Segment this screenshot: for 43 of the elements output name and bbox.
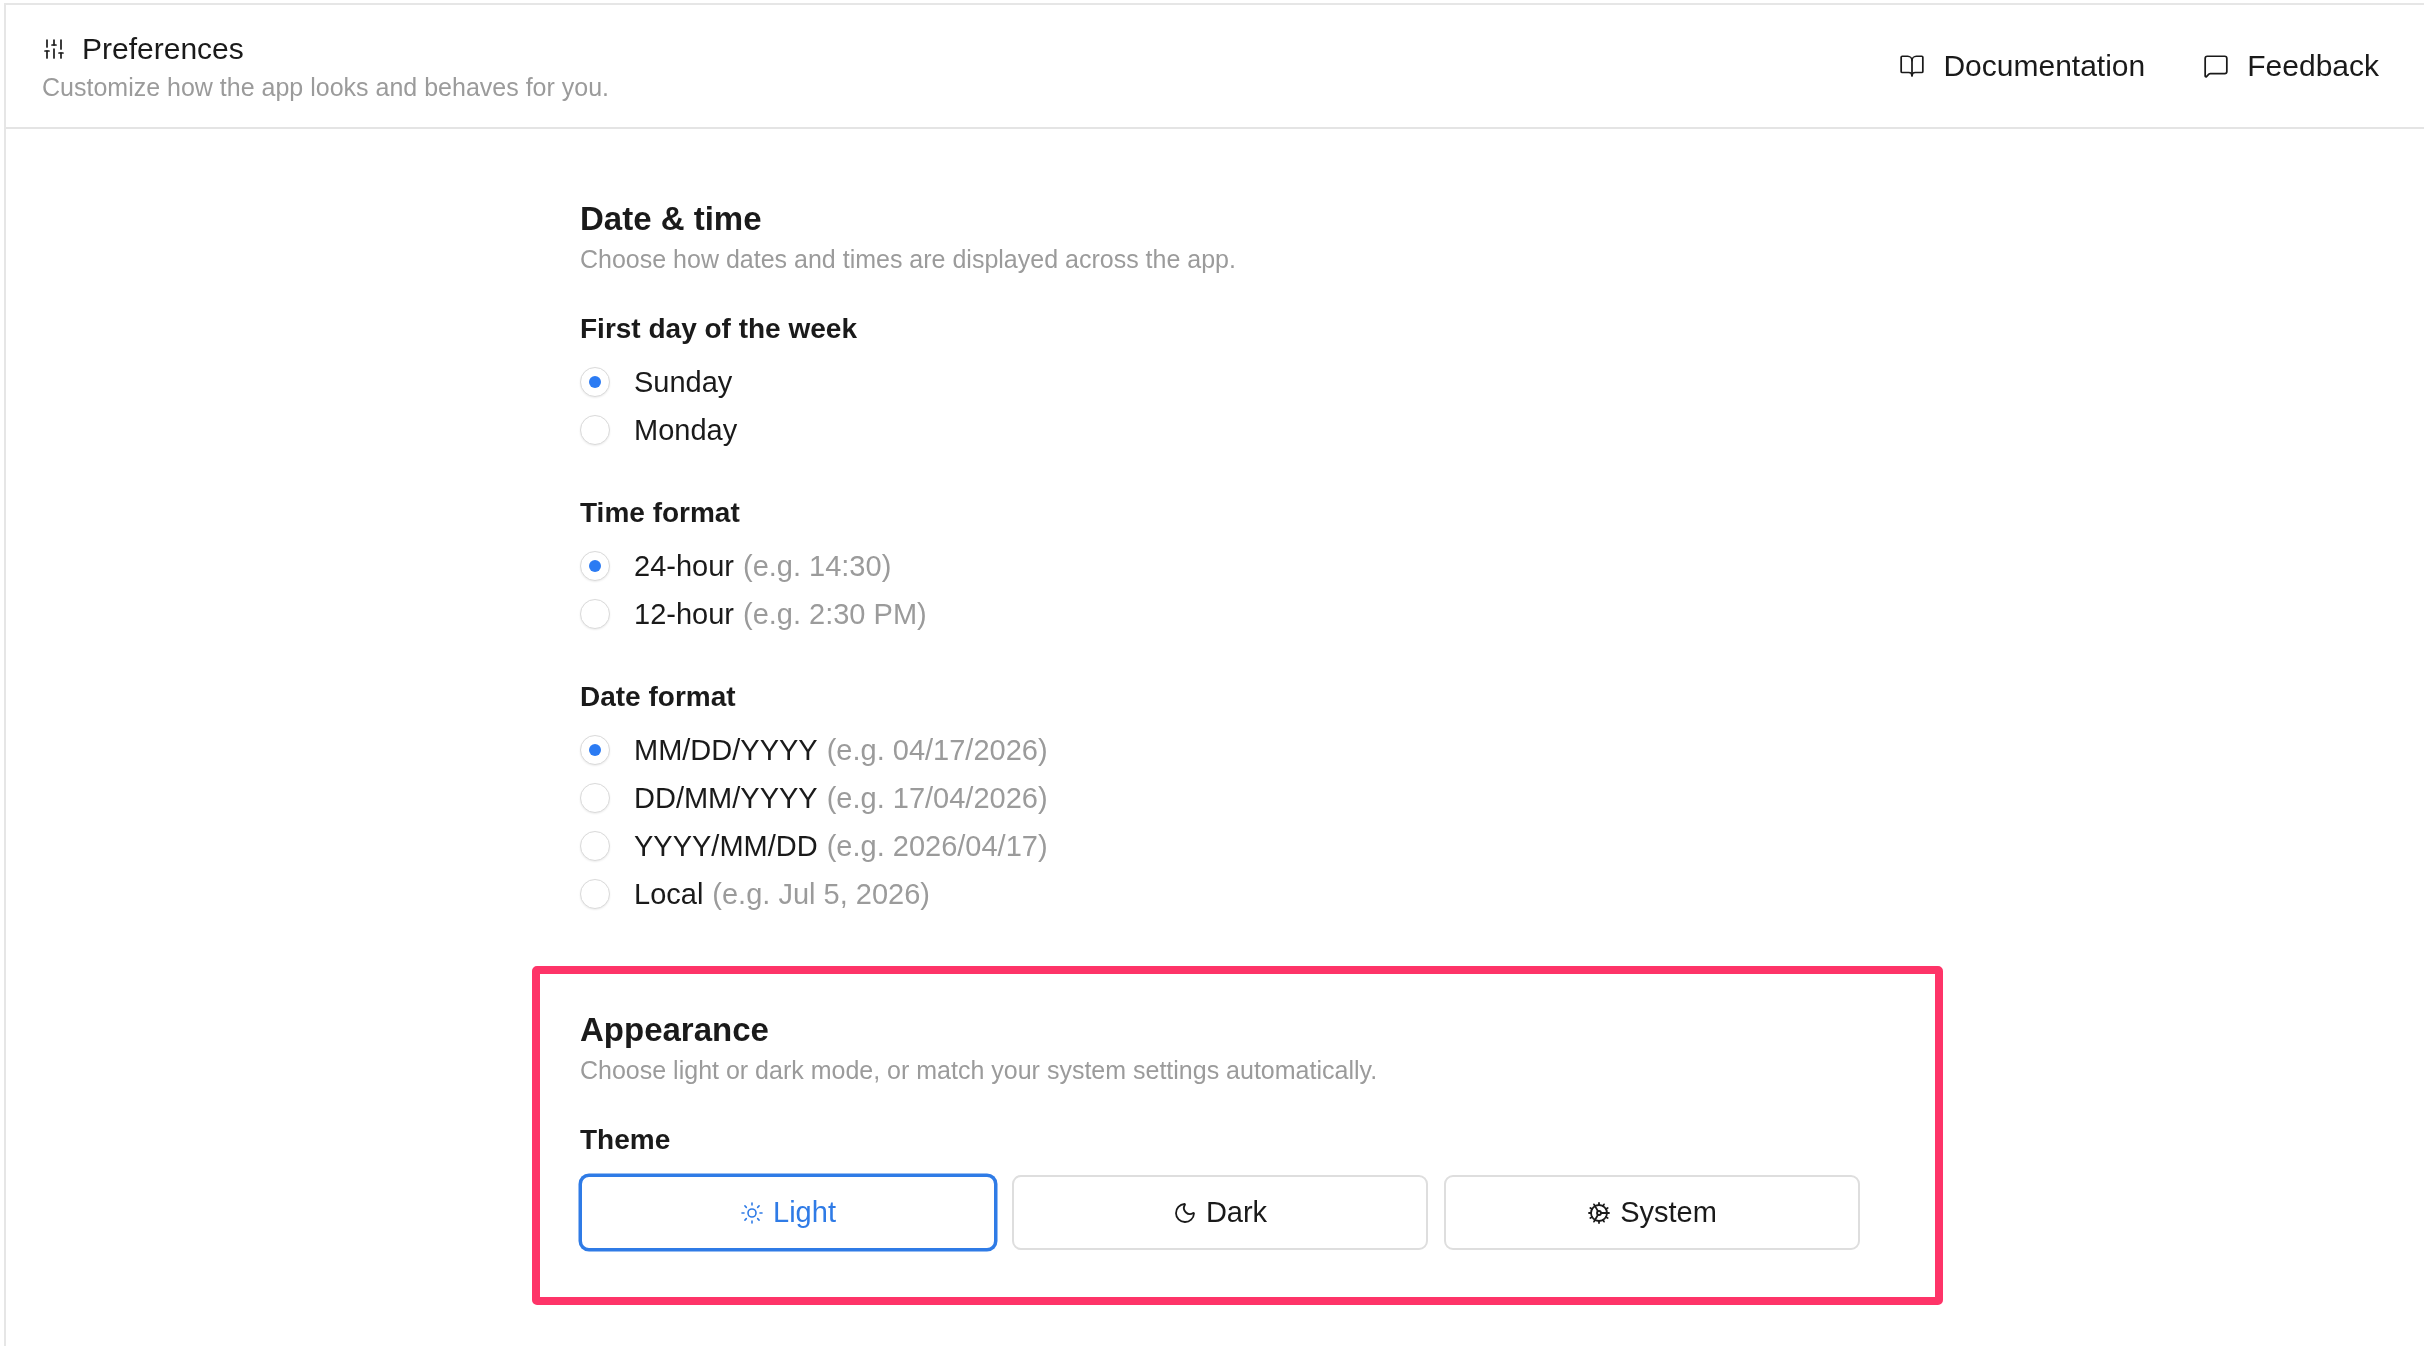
section-title: Appearance [580, 1010, 770, 1050]
feedback-link[interactable]: Feedback [2203, 48, 2379, 84]
option-label: 12-hour [634, 597, 734, 632]
gear-icon [1587, 1200, 1612, 1225]
field-label: First day of the week [580, 312, 858, 346]
theme-option-button[interactable]: Light [580, 1175, 996, 1250]
option-label: Monday [634, 413, 738, 448]
field-label: Time format [580, 496, 741, 530]
option-label: YYYY/MM/DD [634, 829, 818, 864]
book-icon [1899, 53, 1926, 79]
section-description: Choose how dates and times are displayed across the app. [580, 244, 1237, 275]
speech-bubble-icon [2203, 53, 2230, 79]
radio-button[interactable] [580, 551, 610, 581]
radio-button[interactable] [580, 783, 610, 813]
option-label: Sunday [634, 365, 733, 400]
field-label: Date format [580, 680, 737, 714]
radio-button[interactable] [580, 879, 610, 909]
radio-button[interactable] [580, 831, 610, 861]
theme-option-button[interactable]: System [1444, 1175, 1860, 1250]
option-label: Local [634, 877, 704, 912]
option-example: (e.g. 17/04/2026) [826, 781, 1048, 816]
option-example: (e.g. 2:30 PM) [742, 597, 927, 632]
radio-button[interactable] [580, 735, 610, 765]
option-example: (e.g. Jul 5, 2026) [712, 877, 930, 912]
page-title: Preferences [82, 31, 244, 66]
moon-icon [1172, 1200, 1197, 1225]
option-example: (e.g. 2026/04/17) [826, 829, 1048, 864]
page-subtitle: Customize how the app looks and behaves for you. [42, 72, 609, 101]
field-label: Theme [580, 1123, 672, 1157]
option-label: MM/DD/YYYY [634, 733, 818, 768]
theme-option-button[interactable]: Dark [1012, 1175, 1428, 1250]
option-label: DD/MM/YYYY [634, 781, 818, 816]
section-title: Date & time [580, 199, 763, 239]
radio-button[interactable] [580, 367, 610, 397]
radio-button[interactable] [580, 599, 610, 629]
sliders-icon [42, 36, 66, 61]
documentation-link[interactable]: Documentation [1899, 48, 2146, 84]
sun-icon [740, 1200, 765, 1225]
section-description: Choose light or dark mode, or match your system settings automatically. [580, 1055, 1379, 1086]
option-label: 24-hour [634, 549, 734, 584]
option-example: (e.g. 14:30) [742, 549, 892, 584]
radio-button[interactable] [580, 415, 610, 445]
option-example: (e.g. 04/17/2026) [826, 733, 1048, 768]
